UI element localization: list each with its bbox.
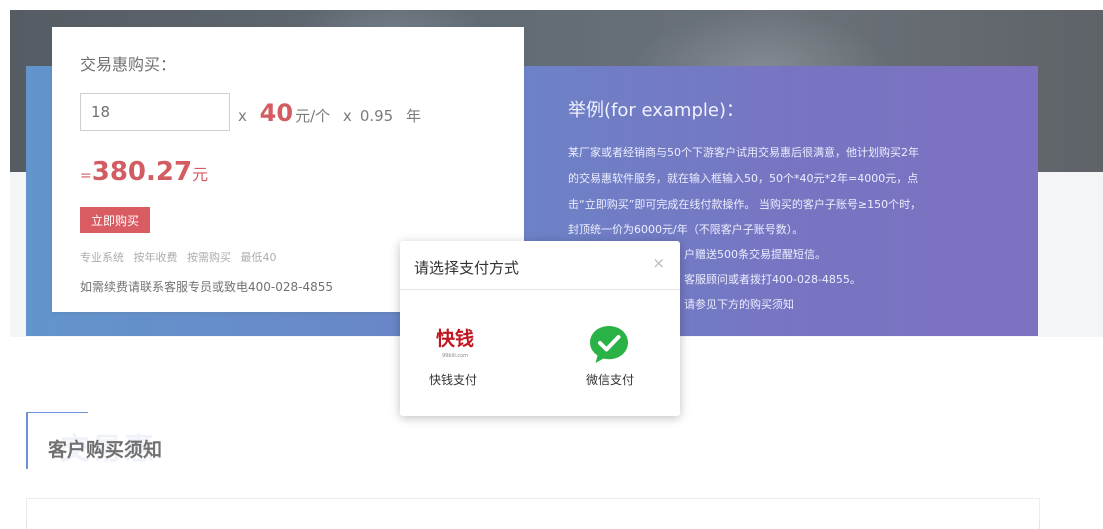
wechat-pay-label: 微信支付 — [585, 373, 634, 387]
wechat-pay-icon — [590, 326, 628, 363]
kuaiqian-logo-icon: 快钱 99bill.com — [436, 327, 474, 359]
dialog-divider — [400, 289, 680, 290]
wechat-pay-option[interactable]: 微信支付 — [565, 311, 655, 391]
payment-dialog: 请选择支付方式 × 快钱 99bill.com 快钱支付 微信支付 — [400, 241, 680, 416]
kuaiqian-pay-label: 快钱支付 — [428, 373, 477, 387]
dialog-title: 请选择支付方式 — [414, 259, 520, 277]
close-icon[interactable]: × — [652, 254, 665, 272]
kuaiqian-logo-subtext: 99bill.com — [442, 353, 468, 359]
kuaiqian-pay-option[interactable]: 快钱 99bill.com 快钱支付 — [408, 311, 498, 391]
kuaiqian-logo-text: 快钱 — [436, 327, 474, 350]
